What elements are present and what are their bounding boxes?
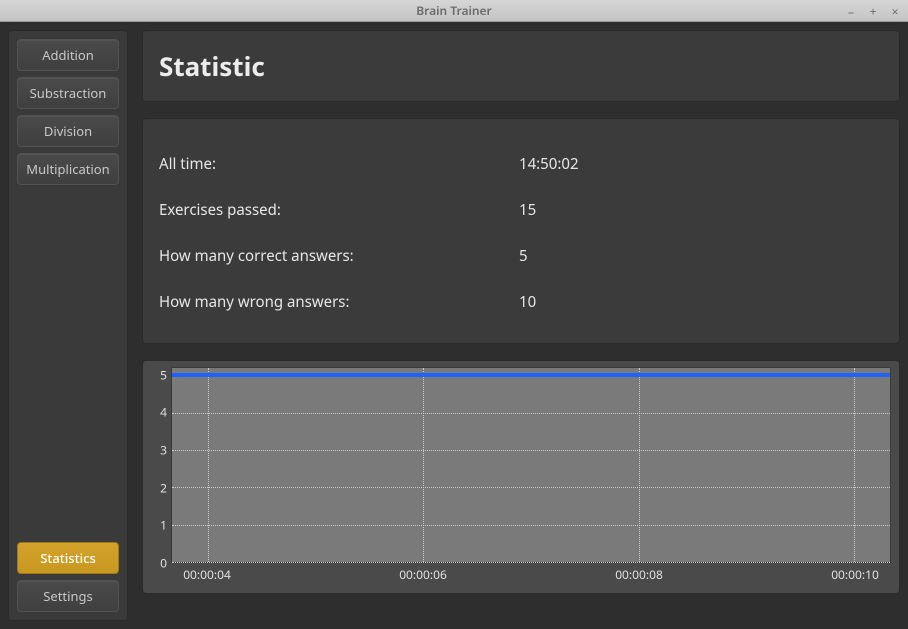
stat-row: How many wrong answers: 10	[159, 279, 883, 325]
stat-value: 5	[519, 246, 528, 266]
stat-value: 14:50:02	[519, 154, 579, 174]
chart-y-tick: 5	[160, 366, 167, 383]
stat-row: How many correct answers: 5	[159, 233, 883, 279]
chart-gridline-v	[423, 368, 424, 562]
chart-x-tick: 00:00:10	[831, 566, 879, 583]
chart-panel: 0 1 2 3 4 5 00:00:04 00:00:06 00:00:08 00:00:10	[142, 360, 900, 594]
chart-y-tick: 3	[160, 441, 167, 458]
maximize-button[interactable]: +	[866, 3, 880, 20]
stat-label: Exercises passed:	[159, 200, 519, 220]
sidebar: Addition Substraction Division Multiplic…	[8, 30, 128, 621]
stat-value: 15	[519, 200, 536, 220]
chart-y-tick: 1	[160, 517, 167, 534]
chart-y-axis: 012345	[151, 367, 171, 563]
chart-gridline-h	[172, 487, 890, 488]
stat-row: All time: 14:50:02	[159, 141, 883, 187]
sidebar-item-label: Statistics	[40, 549, 96, 567]
window-controls: – + ×	[844, 0, 902, 22]
chart-x-tick: 00:00:06	[399, 566, 447, 583]
sidebar-item-settings[interactable]: Settings	[17, 580, 119, 612]
sidebar-item-label: Division	[44, 122, 92, 140]
chart-series-line	[172, 373, 890, 377]
stat-row: Exercises passed: 15	[159, 187, 883, 233]
stat-value: 10	[519, 292, 536, 312]
window-title: Brain Trainer	[0, 2, 908, 19]
sidebar-item-label: Addition	[42, 46, 94, 64]
chart-y-tick: 4	[160, 404, 167, 421]
titlebar: Brain Trainer – + ×	[0, 0, 908, 22]
chart-gridline-v	[854, 368, 855, 562]
page-header: Statistic	[142, 30, 900, 102]
close-button[interactable]: ×	[888, 3, 902, 20]
app-body: Addition Substraction Division Multiplic…	[0, 22, 908, 629]
sidebar-item-label: Substraction	[30, 84, 107, 102]
sidebar-bottom-group: Statistics Settings	[17, 542, 119, 612]
chart-x-axis: 00:00:04 00:00:06 00:00:08 00:00:10	[171, 563, 891, 583]
chart-gridline-v	[639, 368, 640, 562]
chart-area: 012345	[151, 367, 891, 563]
sidebar-item-multiplication[interactable]: Multiplication	[17, 153, 119, 185]
sidebar-item-division[interactable]: Division	[17, 115, 119, 147]
sidebar-item-addition[interactable]: Addition	[17, 39, 119, 71]
chart-x-tick: 00:00:04	[183, 566, 231, 583]
chart-x-tick: 00:00:08	[615, 566, 663, 583]
chart-gridline-h	[172, 450, 890, 451]
sidebar-item-statistics[interactable]: Statistics	[17, 542, 119, 574]
minimize-button[interactable]: –	[844, 3, 858, 20]
sidebar-item-label: Settings	[43, 587, 92, 605]
sidebar-item-subtraction[interactable]: Substraction	[17, 77, 119, 109]
sidebar-item-label: Multiplication	[26, 160, 109, 178]
chart-gridline-h	[172, 525, 890, 526]
chart-y-tick: 0	[160, 555, 167, 572]
chart-gridline-h	[172, 413, 890, 414]
content: Statistic All time: 14:50:02 Exercises p…	[142, 30, 900, 621]
sidebar-top-group: Addition Substraction Division Multiplic…	[17, 39, 119, 185]
stat-label: How many wrong answers:	[159, 292, 519, 312]
chart-y-tick: 2	[160, 479, 167, 496]
stat-label: How many correct answers:	[159, 246, 519, 266]
chart-gridline-v	[208, 368, 209, 562]
page-title: Statistic	[159, 48, 265, 84]
stats-panel: All time: 14:50:02 Exercises passed: 15 …	[142, 118, 900, 344]
chart-plot	[171, 367, 891, 563]
stat-label: All time:	[159, 154, 519, 174]
